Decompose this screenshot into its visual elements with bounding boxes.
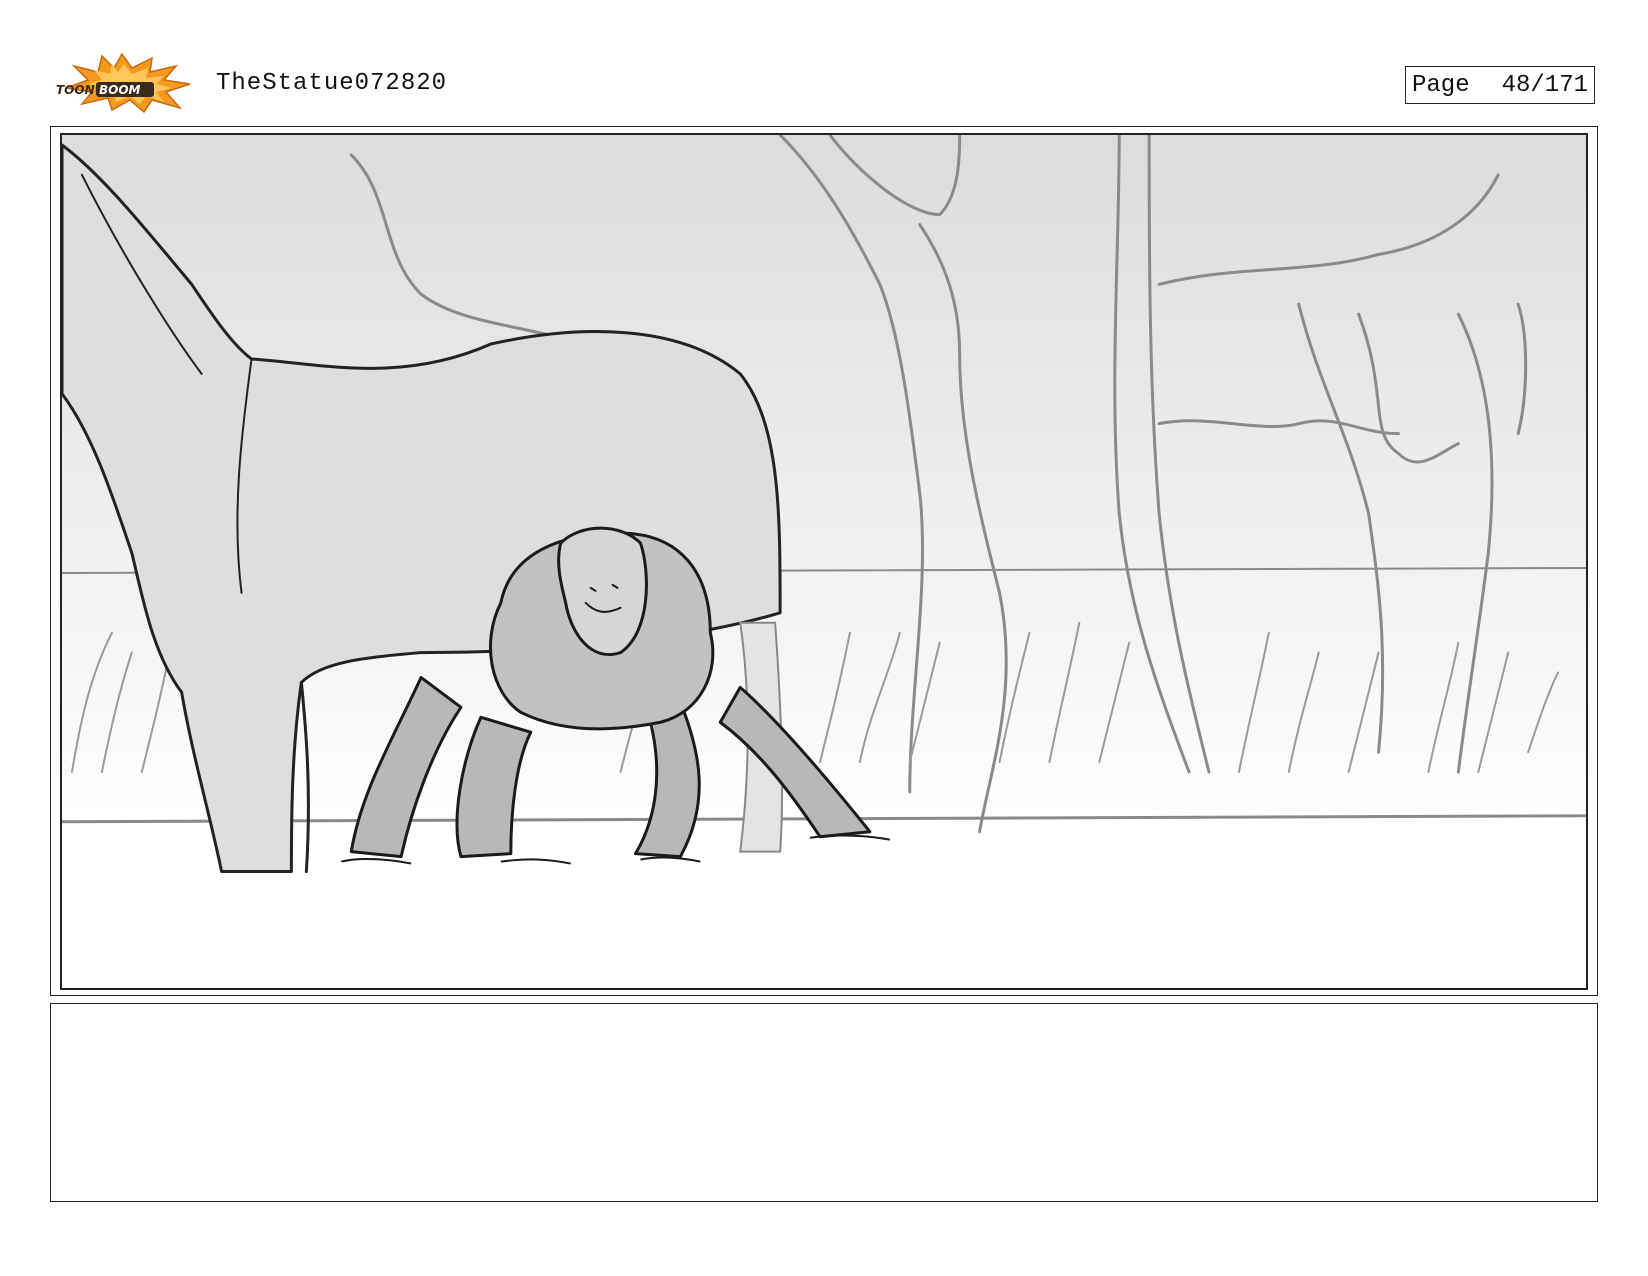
page-label: Page <box>1412 71 1470 99</box>
svg-text:BOOM: BOOM <box>99 83 141 97</box>
storyboard-panel <box>60 133 1588 990</box>
toonboom-logo: TOON BOOM <box>52 52 192 114</box>
project-title: TheStatue072820 <box>216 70 448 97</box>
page-number: 48/171 <box>1501 71 1588 99</box>
toonboom-logo-icon: TOON BOOM <box>56 52 191 114</box>
svg-text:TOON: TOON <box>56 83 95 97</box>
notes-box <box>50 1003 1598 1202</box>
storyboard-sketch-image <box>62 135 1586 988</box>
page-indicator: Page 48/171 <box>1405 66 1595 104</box>
